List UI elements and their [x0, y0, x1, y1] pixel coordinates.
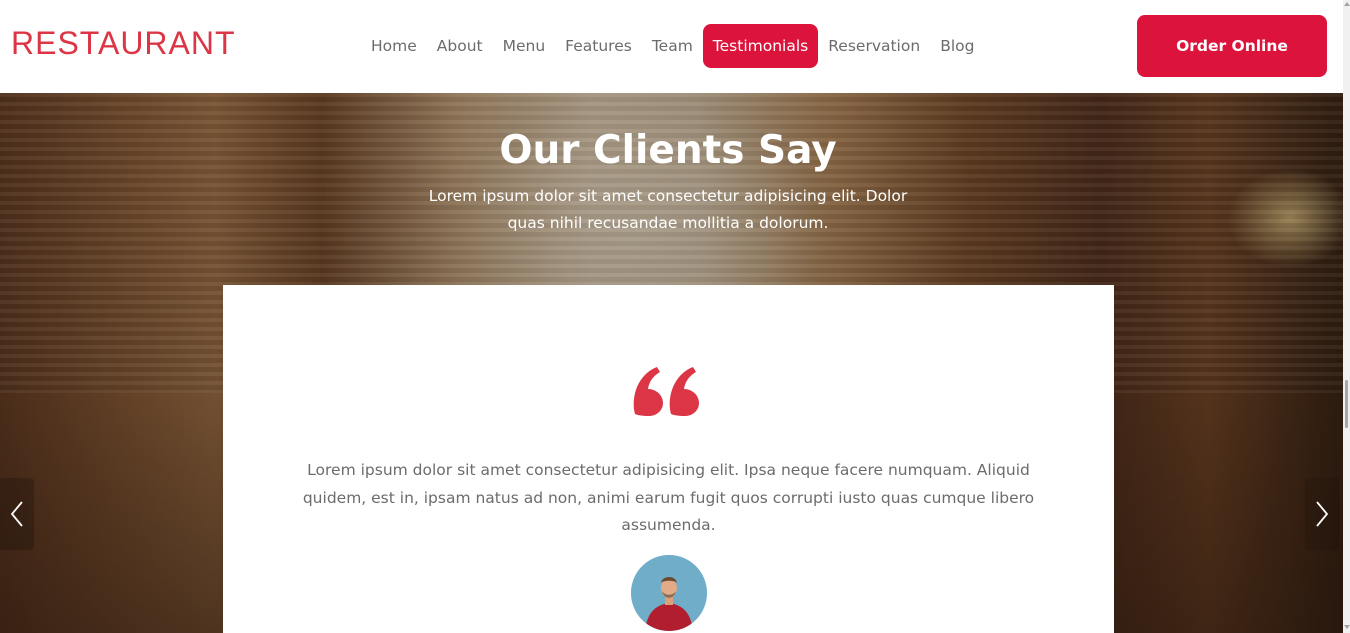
- scroll-down-icon[interactable]: [1344, 625, 1350, 629]
- slider-prev-button[interactable]: [0, 478, 34, 550]
- page-scrollbar[interactable]: [1343, 0, 1350, 633]
- testimonial-card: Lorem ipsum dolor sit amet consectetur a…: [223, 285, 1114, 633]
- nav-features[interactable]: Features: [555, 24, 642, 68]
- testimonial-quote: Lorem ipsum dolor sit amet consectetur a…: [302, 461, 1035, 534]
- site-header: RESTAURANT Home About Menu Features Team…: [0, 0, 1343, 93]
- section-subtitle: Lorem ipsum dolor sit amet consectetur a…: [428, 187, 908, 232]
- chevron-right-icon: [1316, 501, 1329, 527]
- nav-menu[interactable]: Menu: [493, 24, 556, 68]
- client-avatar: [631, 555, 707, 631]
- scroll-up-icon[interactable]: [1344, 2, 1350, 6]
- nav-testimonials[interactable]: Testimonials: [702, 24, 819, 68]
- chevron-left-icon: [10, 501, 23, 527]
- order-online-button[interactable]: Order Online: [1137, 15, 1327, 77]
- nav-about[interactable]: About: [427, 24, 493, 68]
- site-logo[interactable]: RESTAURANT: [11, 25, 236, 62]
- nav-team[interactable]: Team: [642, 24, 703, 68]
- quote-icon: [633, 367, 699, 416]
- section-title: Our Clients Say: [499, 128, 837, 173]
- main-nav: Home About Menu Features Team Testimonia…: [361, 24, 984, 68]
- nav-home[interactable]: Home: [361, 24, 427, 68]
- nav-reservation[interactable]: Reservation: [818, 24, 930, 68]
- scrollbar-thumb[interactable]: [1345, 380, 1348, 428]
- slider-next-button[interactable]: [1305, 478, 1339, 550]
- nav-blog[interactable]: Blog: [930, 24, 984, 68]
